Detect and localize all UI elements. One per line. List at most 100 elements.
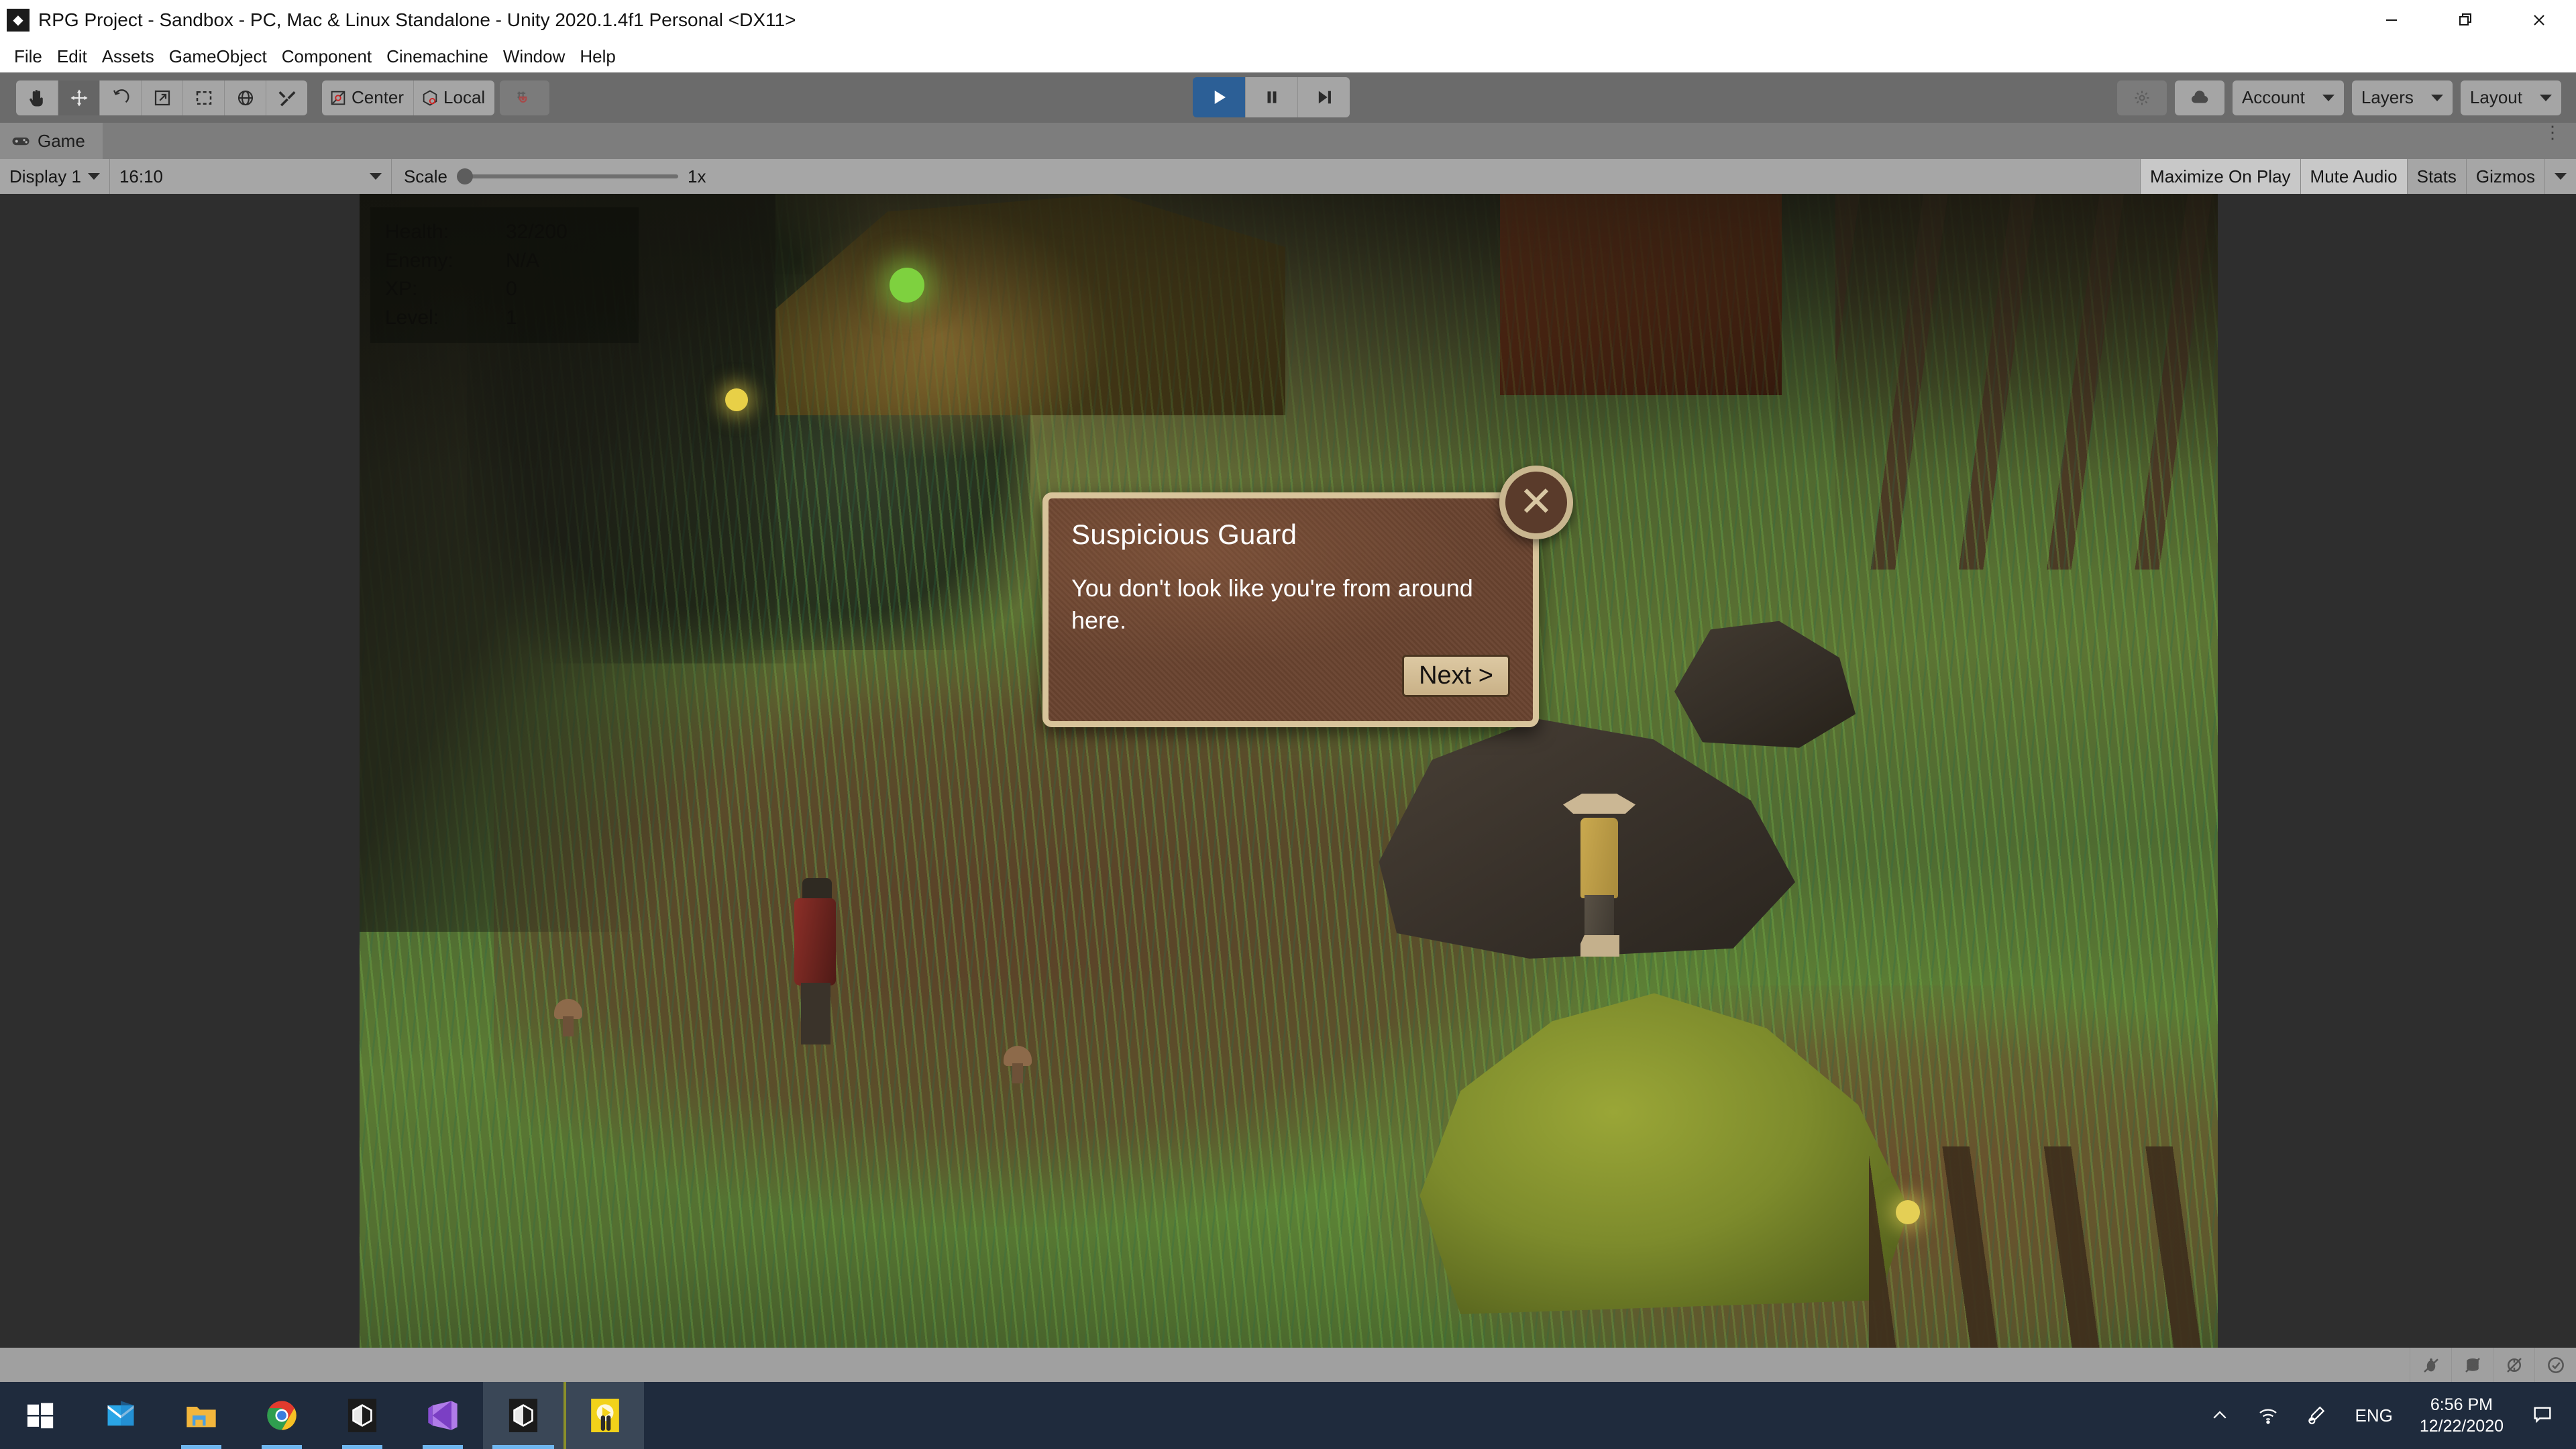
language-indicator[interactable]: ENG	[2341, 1405, 2408, 1426]
game-viewport[interactable]: Health: 32/200 Enemy: N/A XP: 0 Level: 1	[0, 194, 2576, 1348]
restore-icon[interactable]	[2428, 0, 2502, 40]
player-body	[1580, 818, 1618, 898]
chevron-up-icon[interactable]	[2196, 1382, 2244, 1449]
player-character[interactable]	[1563, 791, 1635, 959]
rotate-tool-button[interactable]	[99, 80, 141, 115]
mute-audio-toggle[interactable]: Mute Audio	[2300, 159, 2407, 194]
step-button[interactable]	[1297, 77, 1350, 117]
tab-game[interactable]: Game	[0, 123, 103, 159]
menu-item-assets[interactable]: Assets	[95, 44, 162, 70]
stats-toggle[interactable]: Stats	[2406, 159, 2466, 194]
chevron-down-icon	[2322, 94, 2334, 101]
hud-row-health: Health: 32/200	[385, 218, 624, 247]
unity-editor-app[interactable]	[483, 1382, 564, 1449]
gizmos-dropdown[interactable]	[2544, 159, 2576, 194]
scale-slider-group: Scale 1x	[392, 166, 718, 187]
file-explorer-app[interactable]	[161, 1382, 241, 1449]
npc-body	[794, 898, 836, 985]
bug-disabled-icon[interactable]	[2410, 1348, 2451, 1382]
play-button[interactable]	[1193, 77, 1245, 117]
start-button[interactable]	[0, 1382, 80, 1449]
services-icon[interactable]	[2116, 80, 2167, 115]
game-view-toggles: Maximize On Play Mute Audio Stats Gizmos	[2140, 159, 2576, 194]
mail-app[interactable]	[80, 1382, 161, 1449]
custom-editor-tool-button[interactable]	[266, 80, 307, 115]
panel-tabstrip: Game ⋮	[0, 123, 2576, 159]
scale-tool-button[interactable]	[141, 80, 182, 115]
notification-icon[interactable]	[2516, 1382, 2569, 1449]
layers-dropdown[interactable]: Layers	[2351, 80, 2453, 115]
player-boots	[1580, 935, 1619, 957]
unity-icon	[508, 1399, 538, 1432]
check-circle-icon[interactable]	[2534, 1348, 2576, 1382]
menu-item-cinemachine[interactable]: Cinemachine	[379, 44, 496, 70]
player-app[interactable]	[564, 1382, 644, 1449]
windows-taskbar: ENG 6:56 PM 12/22/2020	[0, 1382, 2576, 1449]
hud-row-level: Level: 1	[385, 304, 624, 333]
hand-tool-button[interactable]	[16, 80, 58, 115]
menu-item-help[interactable]: Help	[572, 44, 623, 70]
pause-button[interactable]	[1245, 77, 1297, 117]
pivot-mode-button[interactable]: Center	[322, 80, 414, 115]
chevron-down-icon	[2555, 173, 2567, 180]
handle-space-button[interactable]: Local	[413, 80, 495, 115]
database-disabled-icon[interactable]	[2451, 1348, 2493, 1382]
scenery-mushroom	[1004, 1046, 1032, 1083]
close-icon[interactable]	[2502, 0, 2576, 40]
chevron-down-icon	[2430, 94, 2443, 101]
menu-item-component[interactable]: Component	[274, 44, 379, 70]
game-view-toolbar: Display 1 16:10 Scale 1x Maximize On Pla…	[0, 159, 2576, 194]
windows-logo-icon	[27, 1403, 54, 1429]
refresh-disabled-icon[interactable]	[2493, 1348, 2534, 1382]
wifi-icon[interactable]	[2244, 1382, 2292, 1449]
rect-tool-button[interactable]	[182, 80, 224, 115]
dialogue-close-button[interactable]: ✕	[1499, 466, 1573, 539]
layout-dropdown[interactable]: Layout	[2460, 80, 2561, 115]
menu-bar: File Edit Assets GameObject Component Ci…	[0, 40, 2576, 72]
hud-value-xp: 0	[506, 278, 517, 301]
pen-icon[interactable]	[2292, 1382, 2341, 1449]
menu-item-window[interactable]: Window	[496, 44, 572, 70]
hud-label-health: Health:	[385, 221, 449, 243]
clock[interactable]: 6:56 PM 12/22/2020	[2408, 1394, 2516, 1438]
scenery-fence	[1869, 1146, 2218, 1348]
account-dropdown[interactable]: Account	[2232, 80, 2344, 115]
clock-time: 6:56 PM	[2430, 1395, 2493, 1414]
chevron-down-icon	[369, 173, 382, 180]
menu-item-gameobject[interactable]: GameObject	[162, 44, 274, 70]
transform-tool-button[interactable]	[224, 80, 266, 115]
menu-item-edit[interactable]: Edit	[50, 44, 95, 70]
chrome-app[interactable]	[241, 1382, 322, 1449]
display-label: Display 1	[9, 166, 81, 186]
window-title: RPG Project - Sandbox - PC, Mac & Linux …	[38, 9, 796, 30]
mail-icon	[107, 1401, 134, 1426]
display-dropdown[interactable]: Display 1	[0, 159, 110, 194]
scale-slider[interactable]	[456, 168, 678, 184]
clock-date: 12/22/2020	[2419, 1417, 2504, 1436]
kebab-menu-icon[interactable]: ⋮	[2544, 123, 2561, 141]
menu-item-file[interactable]: File	[7, 44, 50, 70]
cloud-icon[interactable]	[2174, 80, 2224, 115]
layers-label: Layers	[2361, 87, 2414, 107]
aspect-dropdown[interactable]: 16:10	[110, 159, 392, 194]
unity-icon	[347, 1399, 377, 1432]
gamepad-icon	[12, 138, 30, 146]
visual-studio-app[interactable]	[402, 1382, 483, 1449]
grid-snap-icon[interactable]	[500, 80, 550, 115]
maximize-on-play-toggle[interactable]: Maximize On Play	[2140, 159, 2300, 194]
tab-game-label: Game	[38, 130, 85, 151]
pickup-orb[interactable]	[1896, 1200, 1920, 1224]
player-hat	[1563, 794, 1635, 814]
pickup-orb[interactable]	[890, 268, 924, 303]
scale-slider-handle[interactable]	[456, 168, 473, 184]
npc-villager[interactable]	[789, 878, 843, 1046]
game-render[interactable]: Health: 32/200 Enemy: N/A XP: 0 Level: 1	[360, 194, 2218, 1348]
minimize-icon[interactable]	[2355, 0, 2428, 40]
unity-hub-app[interactable]	[322, 1382, 402, 1449]
move-tool-button[interactable]	[58, 80, 99, 115]
system-tray: ENG 6:56 PM 12/22/2020	[2196, 1382, 2576, 1449]
gizmos-toggle[interactable]: Gizmos	[2465, 159, 2544, 194]
dialogue-next-button[interactable]: Next >	[1402, 655, 1510, 697]
folder-icon	[186, 1407, 216, 1428]
pickup-orb[interactable]	[725, 388, 748, 411]
